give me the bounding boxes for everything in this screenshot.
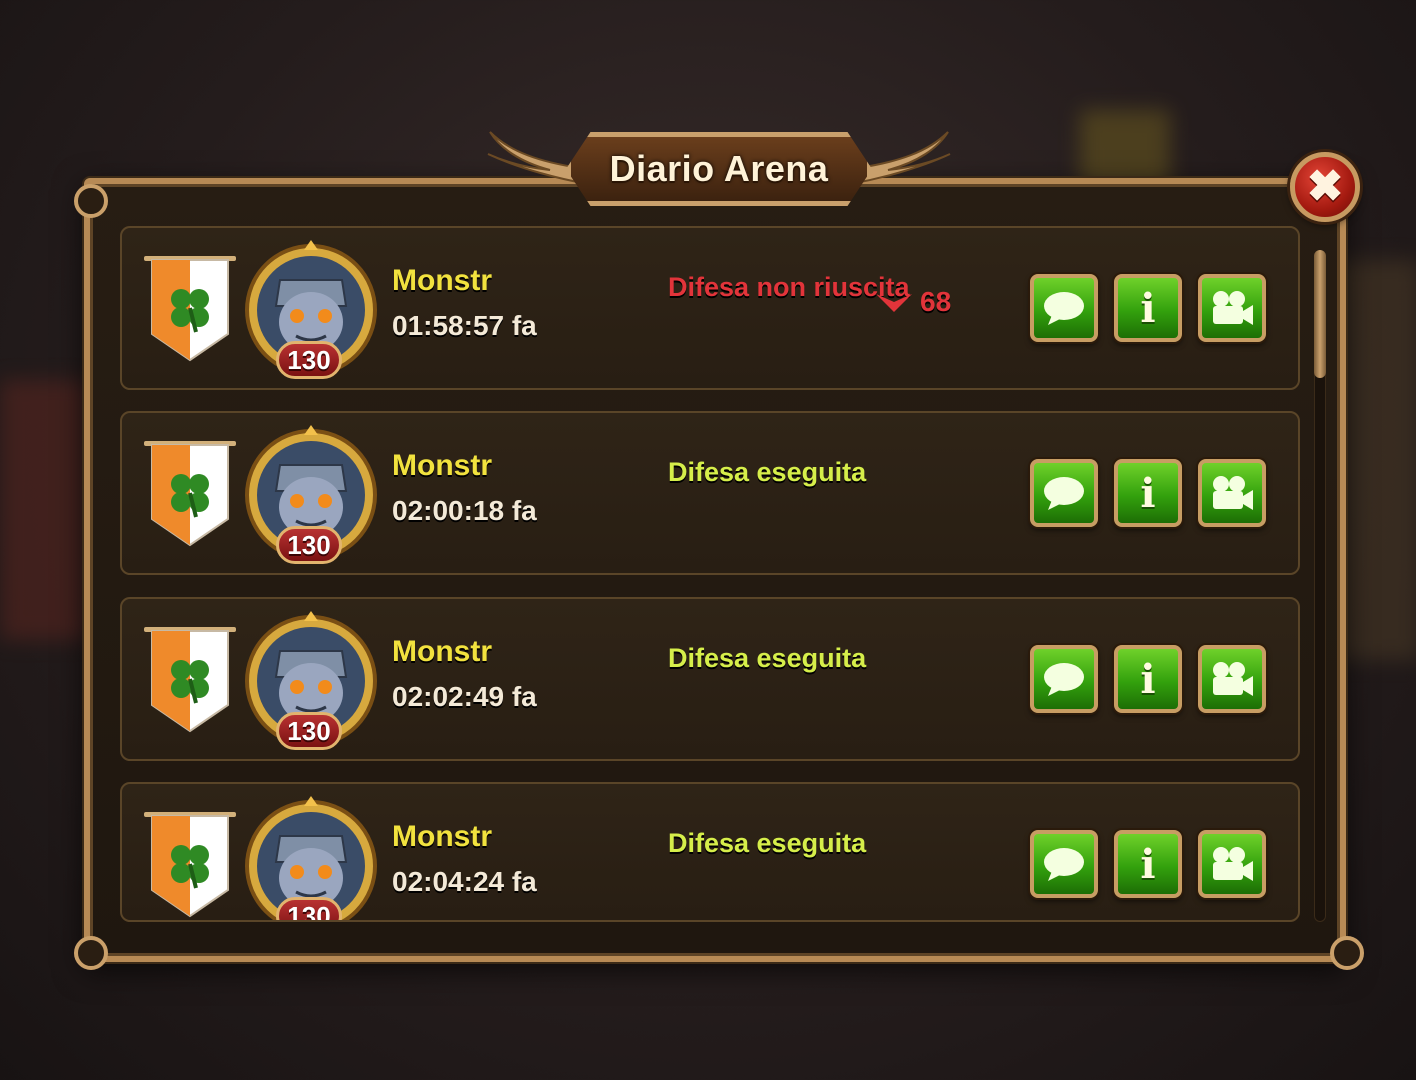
background-blur-1: [0, 380, 90, 640]
replay-button[interactable]: [1198, 645, 1266, 713]
log-entry-row: 130 Monstr 01:58:57 fa Difesa non riusci…: [120, 226, 1300, 390]
guild-banner-clover-icon: [144, 812, 236, 918]
info-button[interactable]: i: [1114, 645, 1182, 713]
elapsed-time: 02:04:24 fa: [392, 866, 537, 897]
info-icon: i: [1140, 284, 1156, 332]
player-name[interactable]: Monstr: [392, 264, 492, 298]
window-title: Diario Arena: [609, 148, 829, 189]
frame-corner-ornament: [74, 184, 108, 218]
frame-corner-ornament: [74, 936, 108, 970]
elapsed-time: 02:00:18 fa: [392, 495, 537, 526]
scrollbar-thumb[interactable]: [1314, 250, 1326, 378]
level-badge: 130: [276, 897, 342, 920]
points-change-value: 68: [920, 286, 952, 317]
replay-button[interactable]: [1198, 459, 1266, 527]
elapsed-time: 01:58:57 fa: [392, 310, 537, 341]
level-badge: 130: [276, 526, 342, 564]
video-camera-icon: [1213, 291, 1253, 325]
video-camera-icon: [1213, 662, 1253, 696]
info-icon: i: [1140, 840, 1156, 888]
info-icon: i: [1140, 469, 1156, 517]
chat-button[interactable]: [1030, 830, 1098, 898]
frame-corner-ornament: [1330, 936, 1364, 970]
title-plate: Diario Arena: [566, 132, 872, 206]
video-camera-icon: [1213, 476, 1253, 510]
chat-button[interactable]: [1030, 274, 1098, 342]
player-name[interactable]: Monstr: [392, 635, 492, 669]
info-icon: i: [1140, 655, 1156, 703]
replay-button[interactable]: [1198, 830, 1266, 898]
player-name[interactable]: Monstr: [392, 820, 492, 854]
chat-bubble-icon: [1044, 663, 1084, 696]
battle-result: Difesa eseguita: [668, 643, 867, 673]
info-button[interactable]: i: [1114, 830, 1182, 898]
log-entry-row: 130 Monstr 02:04:24 fa Difesa eseguita i: [120, 782, 1300, 922]
chat-button[interactable]: [1030, 459, 1098, 527]
info-button[interactable]: i: [1114, 459, 1182, 527]
scrollbar[interactable]: [1314, 250, 1326, 922]
info-button[interactable]: i: [1114, 274, 1182, 342]
arrow-down-icon: [876, 294, 912, 312]
title-banner: Diario Arena: [480, 118, 958, 218]
chat-bubble-icon: [1044, 848, 1084, 881]
battle-result: Difesa eseguita: [668, 457, 867, 487]
battle-result: Difesa eseguita: [668, 828, 867, 858]
guild-banner-clover-icon: [144, 256, 236, 362]
log-entry-row: 130 Monstr 02:02:49 fa Difesa eseguita i: [120, 597, 1300, 761]
guild-banner-clover-icon: [144, 441, 236, 547]
close-x-icon: ✖: [1306, 162, 1344, 211]
level-badge: 130: [276, 341, 342, 379]
chat-bubble-icon: [1044, 292, 1084, 325]
close-button[interactable]: ✖: [1290, 152, 1360, 222]
video-camera-icon: [1213, 847, 1253, 881]
points-change: 68: [874, 286, 951, 318]
guild-banner-clover-icon: [144, 627, 236, 733]
log-entry-row: 130 Monstr 02:00:18 fa Difesa eseguita i: [120, 411, 1300, 575]
replay-button[interactable]: [1198, 274, 1266, 342]
elapsed-time: 02:02:49 fa: [392, 681, 537, 712]
chat-button[interactable]: [1030, 645, 1098, 713]
player-name[interactable]: Monstr: [392, 449, 492, 483]
chat-bubble-icon: [1044, 477, 1084, 510]
level-badge: 130: [276, 712, 342, 750]
